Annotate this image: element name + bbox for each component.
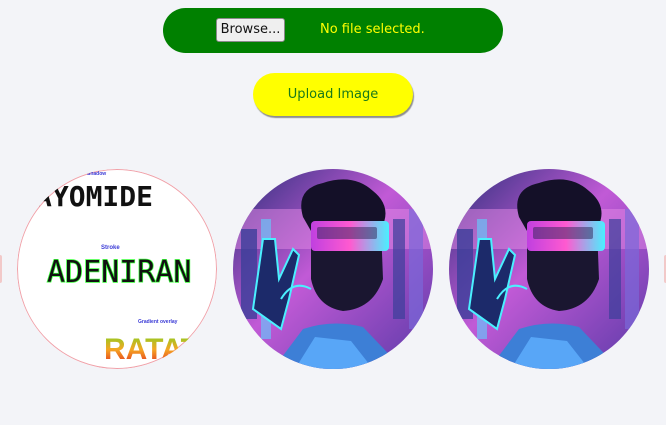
upload-image-button[interactable]: Upload Image [253, 73, 413, 116]
cyberpunk-vr-portrait-image [449, 169, 649, 369]
gallery-image-cyberpunk-2[interactable] [449, 169, 649, 369]
gradient-name-text: RATATI [104, 333, 207, 366]
gallery-image-text-effects[interactable]: Shadow AYOMIDE Stroke ADENIRAN Gradient … [17, 169, 217, 369]
stroke-name-text: ADENIRAN [47, 255, 192, 290]
carousel-left-edge [0, 255, 2, 283]
browse-button[interactable]: Browse... [216, 18, 285, 42]
file-status-text: No file selected. [320, 22, 425, 37]
cyberpunk-vr-portrait-image [233, 169, 433, 369]
shadow-name-text: AYOMIDE [35, 180, 153, 213]
shadow-caption: Shadow [87, 171, 106, 177]
upload-page: Browse... No file selected. Upload Image… [0, 0, 666, 425]
gradient-caption: Gradient overlay [138, 319, 178, 325]
file-input-bar: Browse... No file selected. [163, 8, 503, 53]
stroke-caption: Stroke [101, 245, 120, 251]
text-effects-image: Shadow AYOMIDE Stroke ADENIRAN Gradient … [17, 169, 217, 369]
gallery-image-cyberpunk-1[interactable] [233, 169, 433, 369]
